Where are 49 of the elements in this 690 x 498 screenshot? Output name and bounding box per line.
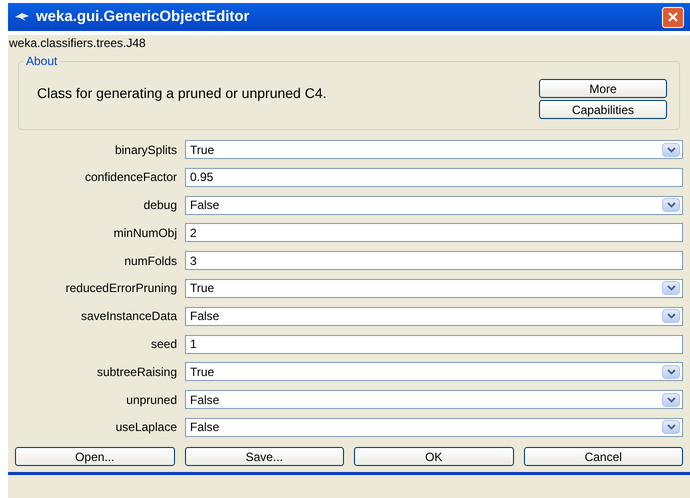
dialog-button[interactable]: Cancel: [524, 446, 683, 466]
dialog-button[interactable]: Save...: [184, 446, 344, 466]
dropdown-value: True: [190, 142, 214, 158]
input-field[interactable]: 2: [185, 223, 683, 242]
property-label: unpruned: [125, 392, 177, 409]
dropdown-arrow-icon[interactable]: [662, 281, 680, 296]
input-field[interactable]: 1: [185, 334, 683, 354]
dropdown-field[interactable]: True: [185, 278, 683, 298]
dropdown-value: True: [190, 364, 214, 381]
dialog-button[interactable]: OK: [354, 446, 514, 466]
property-label: useLaplace: [114, 419, 177, 436]
property-label: binarySplits: [114, 142, 177, 158]
dropdown-value: True: [190, 280, 214, 298]
dropdown-field[interactable]: True: [185, 362, 683, 382]
dropdown-value: False: [190, 419, 220, 436]
app-icon: [14, 12, 30, 22]
class-name: weka.classifiers.trees.J48: [8, 35, 147, 51]
dropdown-field[interactable]: False: [185, 306, 683, 326]
close-button[interactable]: [662, 6, 684, 28]
dropdown-field[interactable]: False: [185, 196, 683, 215]
property-label: subtreeRaising: [96, 364, 177, 381]
property-label: debug: [142, 197, 177, 214]
property-label: seed: [150, 336, 177, 354]
about-button[interactable]: Capabilities: [539, 100, 667, 119]
about-button[interactable]: More: [539, 79, 667, 98]
input-field[interactable]: 3: [185, 251, 683, 270]
dropdown-field[interactable]: False: [185, 418, 683, 437]
property-label: saveInstanceData: [80, 308, 177, 326]
dropdown-value: False: [190, 392, 220, 409]
dropdown-arrow-icon[interactable]: [662, 364, 680, 379]
property-label: minNumObj: [112, 224, 177, 242]
dialog-button[interactable]: Open...: [15, 446, 174, 466]
window-title: weka.gui.GenericObjectEditor: [36, 6, 250, 27]
property-label: confidenceFactor: [84, 169, 177, 186]
dropdown-value: False: [190, 197, 220, 214]
dropdown-arrow-icon[interactable]: [662, 420, 680, 434]
dropdown-arrow-icon[interactable]: [662, 198, 680, 212]
property-label: reducedErrorPruning: [64, 280, 177, 298]
dropdown-field[interactable]: False: [185, 390, 683, 410]
dropdown-arrow-icon[interactable]: [662, 142, 680, 156]
input-field[interactable]: 0.95: [185, 168, 683, 187]
dropdown-value: False: [190, 308, 220, 326]
about-text: Class for generating a pruned or unpruned C4.: [37, 84, 328, 103]
about-legend: About: [23, 52, 60, 70]
dropdown-arrow-icon[interactable]: [662, 392, 680, 407]
property-label: numFolds: [123, 252, 177, 270]
dropdown-arrow-icon[interactable]: [662, 309, 680, 324]
close-icon: [668, 12, 678, 22]
dropdown-field[interactable]: True: [185, 140, 683, 159]
